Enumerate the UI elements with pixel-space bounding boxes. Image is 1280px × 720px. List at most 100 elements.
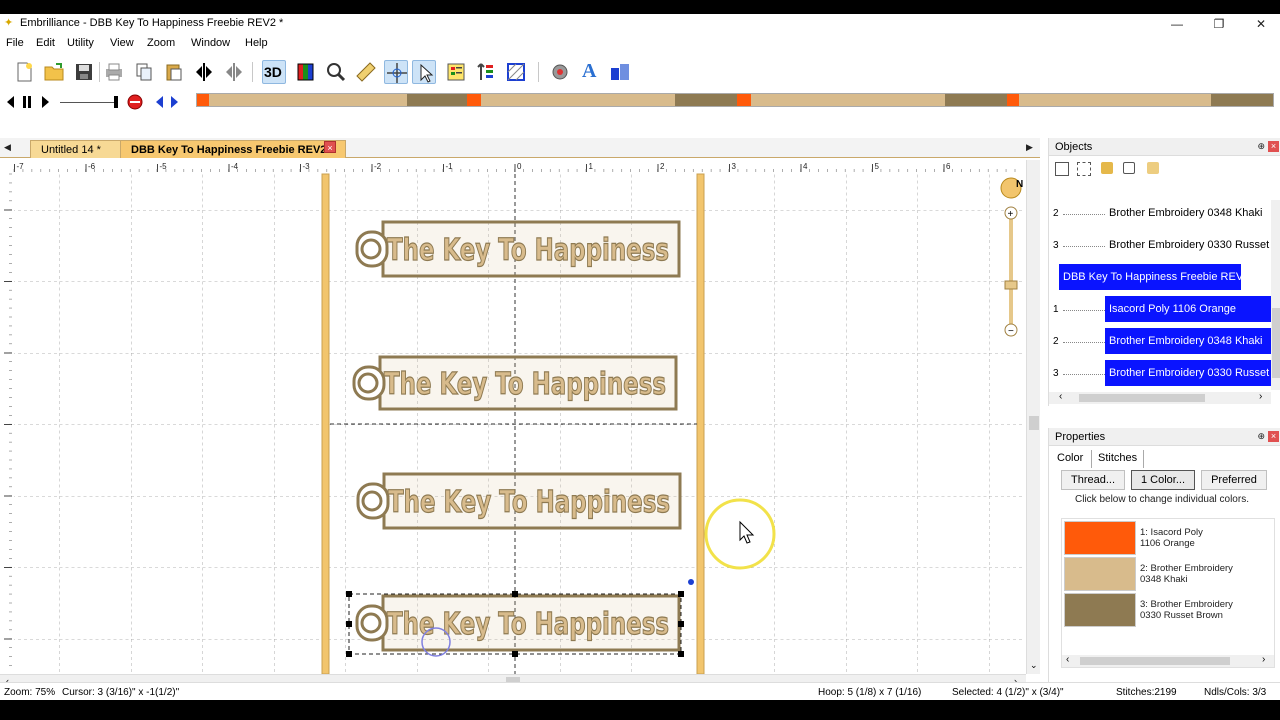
close-window-button[interactable]: ✕ — [1246, 15, 1276, 33]
unlock-icon[interactable] — [1147, 162, 1159, 174]
maximize-button[interactable]: ❐ — [1204, 15, 1234, 33]
stop-icon[interactable] — [126, 94, 144, 110]
app-logo-icon: ✦ — [4, 17, 14, 29]
preferred-button[interactable]: Preferred — [1201, 470, 1267, 490]
center-icon[interactable] — [384, 60, 408, 84]
tab-untitled-14[interactable]: Untitled 14 * — [30, 140, 122, 158]
object-row[interactable]: 2 Brother Embroidery 0348 Khaki — [1049, 200, 1271, 226]
timeline-segment — [407, 94, 467, 106]
color-swatch-russet[interactable] — [1064, 593, 1136, 627]
hoop-icon[interactable] — [504, 60, 528, 84]
object-row[interactable]: 2 Brother Embroidery 0348 Khaki — [1049, 328, 1271, 354]
merge-icon[interactable] — [608, 60, 632, 84]
status-hoop: Hoop: 5 (1/8) x 7 (1/16) — [818, 687, 922, 698]
pin-icon[interactable]: ⊕ — [1257, 431, 1265, 442]
scrollbar-thumb[interactable] — [1272, 308, 1280, 378]
menu-file[interactable]: File — [6, 37, 24, 49]
zoom-icon[interactable] — [324, 60, 348, 84]
tab-label: DBB Key To Happiness Freebie REV2 * — [131, 144, 334, 156]
object-row[interactable]: 1 Isacord Poly 1106 Orange — [1049, 296, 1271, 322]
group-icon[interactable] — [1055, 162, 1069, 176]
stitch-timeline[interactable] — [196, 93, 1274, 107]
next-color-icon[interactable] — [168, 94, 182, 110]
canvas-vertical-scrollbar[interactable]: ⌄ — [1026, 160, 1040, 674]
copy-icon[interactable] — [132, 60, 156, 84]
pause-icon[interactable] — [20, 94, 34, 110]
previous-color-icon[interactable] — [152, 94, 166, 110]
properties-panel-header: Properties ⊕ × — [1049, 428, 1280, 446]
speed-slider-handle[interactable] — [114, 96, 118, 108]
scroll-left-icon[interactable]: ‹ — [1066, 654, 1069, 665]
tabs-scroll-right-icon[interactable]: ▶ — [1026, 142, 1033, 153]
new-icon[interactable] — [12, 60, 36, 84]
zoom-slider-thumb[interactable] — [1004, 280, 1018, 290]
settings-icon[interactable] — [548, 60, 572, 84]
ruler-label: 0 — [517, 162, 522, 171]
ungroup-icon[interactable] — [1077, 162, 1091, 176]
thread-chart-icon[interactable] — [444, 60, 468, 84]
paste-icon[interactable] — [162, 60, 186, 84]
print-icon[interactable] — [102, 60, 126, 84]
scrollbar-thumb[interactable] — [1029, 416, 1039, 430]
menu-window[interactable]: Window — [191, 37, 230, 49]
key-tag-design[interactable]: The Key To Happiness — [355, 220, 681, 278]
menu-zoom[interactable]: Zoom — [147, 37, 175, 49]
object-row[interactable]: 3 Brother Embroidery 0330 Russet — [1049, 360, 1271, 386]
3d-view-button[interactable]: 3D — [262, 60, 286, 84]
key-tag-design[interactable]: The Key To Happiness — [352, 355, 678, 411]
minimize-button[interactable]: — — [1162, 15, 1192, 33]
open-icon[interactable] — [42, 60, 66, 84]
tab-dbb-key-to-happiness[interactable]: DBB Key To Happiness Freebie REV2 * — [120, 140, 346, 158]
flip-icon[interactable] — [222, 60, 246, 84]
tab-color[interactable]: Color — [1051, 450, 1090, 468]
resequence-icon[interactable] — [474, 60, 498, 84]
menu-help[interactable]: Help — [245, 37, 268, 49]
menu-view[interactable]: View — [110, 37, 134, 49]
scroll-left-icon[interactable]: ‹ — [1059, 391, 1062, 402]
color-display-icon[interactable] — [294, 60, 318, 84]
menu-utility[interactable]: Utility — [67, 37, 94, 49]
objects-list[interactable]: 2 Brother Embroidery 0348 Khaki 3 Brothe… — [1049, 200, 1271, 390]
speed-slider[interactable] — [60, 102, 116, 103]
tab-label: Untitled 14 * — [41, 144, 101, 156]
properties-panel-close-button[interactable]: × — [1268, 431, 1279, 442]
lock-icon[interactable] — [1101, 162, 1113, 174]
color-swatch-khaki[interactable] — [1064, 557, 1136, 591]
tab-stitches[interactable]: Stitches — [1091, 450, 1145, 468]
object-row-group[interactable]: DBB Key To Happiness Freebie REV2 — [1049, 264, 1271, 290]
save-icon[interactable] — [72, 60, 96, 84]
play-back-icon[interactable] — [4, 94, 18, 110]
one-color-button[interactable]: 1 Color... — [1131, 470, 1195, 490]
objects-panel: Objects ⊕ × 2 Brother Embroidery 0348 Kh… — [1048, 138, 1280, 406]
thread-button[interactable]: Thread... — [1061, 470, 1125, 490]
key-tag-design[interactable]: The Key To Happiness — [355, 594, 681, 652]
select-icon[interactable] — [412, 60, 436, 84]
canvas-drawing[interactable]: -7 -6 -5 -4 -3 -2 -1 0 1 2 3 4 5 6 The Key To Happine… — [0, 160, 1040, 690]
menu-edit[interactable]: Edit — [36, 37, 55, 49]
scrollbar-thumb[interactable] — [1080, 657, 1230, 665]
document-tabs: ◀ Untitled 14 * DBB Key To Happiness Fre… — [0, 138, 1040, 158]
object-row[interactable]: 3 Brother Embroidery 0330 Russet — [1049, 232, 1271, 258]
objects-panel-close-button[interactable]: × — [1268, 141, 1279, 152]
key-tag-design[interactable]: The Key To Happiness — [356, 472, 682, 530]
objects-horizontal-scrollbar[interactable]: ‹ › — [1049, 391, 1271, 404]
scroll-right-icon[interactable]: › — [1259, 391, 1262, 402]
tabs-scroll-left-icon[interactable]: ◀ — [4, 142, 11, 153]
scroll-down-icon[interactable]: ⌄ — [1030, 660, 1038, 671]
swatch-horizontal-scrollbar[interactable]: ‹ › — [1062, 654, 1274, 667]
rotate-handle[interactable] — [688, 579, 694, 585]
lock-all-icon[interactable] — [1123, 162, 1135, 174]
play-icon[interactable] — [38, 94, 52, 110]
object-row-label: Brother Embroidery 0330 Russet — [1105, 360, 1271, 386]
color-swatch-orange[interactable] — [1064, 521, 1136, 555]
text-icon[interactable]: A — [578, 60, 602, 84]
design-canvas[interactable]: -7 -6 -5 -4 -3 -2 -1 0 1 2 3 4 5 6 The Key To Happine… — [0, 160, 1040, 690]
tab-close-button[interactable]: × — [324, 141, 336, 153]
scrollbar-thumb[interactable] — [1079, 394, 1205, 402]
objects-vertical-scrollbar[interactable] — [1271, 200, 1280, 390]
ruler-icon[interactable] — [354, 60, 378, 84]
color-swatch-list[interactable]: 1: Isacord Poly 1106 Orange 2: Brother Em… — [1061, 518, 1275, 668]
mirror-icon[interactable] — [192, 60, 216, 84]
scroll-right-icon[interactable]: › — [1262, 654, 1265, 665]
pin-icon[interactable]: ⊕ — [1257, 141, 1265, 152]
